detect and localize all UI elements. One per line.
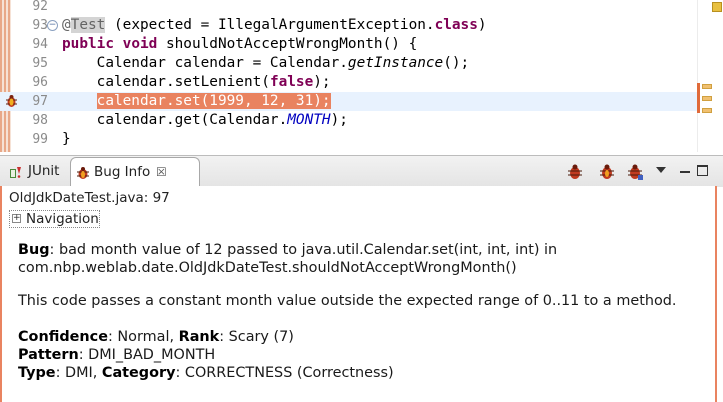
code-line-96[interactable]: 96 calendar.setLenient(false);	[0, 73, 697, 92]
code-text: Calendar calendar = Calendar.getInstance…	[62, 55, 470, 71]
fold-collapse-icon[interactable]: −	[47, 20, 58, 31]
code-line-97[interactable]: 97 calendar.set(1999, 12, 31);	[0, 92, 723, 111]
code-line-95[interactable]: 95 Calendar calendar = Calendar.getInsta…	[0, 54, 697, 73]
code-text: }	[62, 131, 71, 147]
tab-bug-info[interactable]: Bug Info ☒	[70, 157, 200, 187]
bug-toolbar-icon[interactable]	[566, 163, 584, 181]
tab-junit[interactable]: JUnit	[6, 157, 68, 187]
code-line-94[interactable]: 94 public void shouldNotAcceptWrongMonth…	[0, 35, 697, 54]
line-number: 96	[32, 75, 48, 90]
code-text: calendar.setLenient(false);	[62, 74, 331, 90]
bug-summary-line2: com.nbp.weblab.date.OldJdkDateTest.shoul…	[18, 260, 517, 276]
view-menu-icon[interactable]	[656, 167, 666, 173]
bug-ruler-marker[interactable]	[697, 83, 700, 113]
expand-plus-icon[interactable]: +	[12, 214, 21, 223]
overview-ruler-right[interactable]	[697, 0, 723, 152]
type-category: Type: DMI, Category: CORRECTNESS (Correc…	[18, 365, 394, 381]
junit-icon	[10, 167, 21, 178]
close-tab-icon[interactable]: ☒	[156, 158, 167, 187]
bug-description: This code passes a constant month value …	[18, 293, 677, 309]
confidence-rank: Confidence: Normal, Rank: Scary (7)	[18, 329, 294, 345]
line-number: 94	[32, 37, 48, 52]
code-text: @Test (expected = IllegalArgumentExcepti…	[62, 17, 487, 33]
tab-label: Bug Info	[94, 164, 151, 180]
code-line-99[interactable]: 99 }	[0, 130, 697, 149]
bug-location: OldJdkDateTest.java: 97	[9, 190, 170, 206]
code-text: calendar.set(1999, 12, 31);	[62, 92, 331, 111]
ruler-annotation-marker[interactable]	[702, 96, 712, 101]
maximize-icon[interactable]	[697, 165, 708, 176]
bug-gutter-icon[interactable]	[5, 94, 18, 108]
minimize-icon[interactable]	[680, 171, 690, 173]
bug-toolbar-icon[interactable]	[626, 163, 644, 181]
line-number: 98	[32, 113, 48, 128]
bug-info-icon	[77, 167, 89, 179]
code-editor[interactable]: 92 93 − @Test (expected = IllegalArgumen…	[0, 0, 723, 152]
code-line-98[interactable]: 98 calendar.get(Calendar.MONTH);	[0, 111, 697, 130]
bug-toolbar-icon[interactable]	[598, 163, 616, 181]
code-line-92[interactable]: 92	[0, 0, 697, 16]
line-number: 95	[32, 56, 48, 71]
bug-pattern: Pattern: DMI_BAD_MONTH	[18, 347, 216, 363]
tab-label: JUnit	[28, 163, 60, 179]
line-number: 97	[32, 94, 48, 109]
line-number: 99	[32, 132, 48, 147]
bug-summary-line1: Bug: bad month value of 12 passed to jav…	[18, 242, 558, 258]
ruler-annotation-marker[interactable]	[702, 108, 712, 113]
ruler-annotation-marker[interactable]	[702, 84, 712, 89]
code-text: calendar.get(Calendar.MONTH);	[62, 112, 348, 128]
line-number: 93	[32, 18, 48, 33]
selected-code: calendar.set(1999, 12, 31);	[96, 93, 331, 109]
code-line-93[interactable]: 93 − @Test (expected = IllegalArgumentEx…	[0, 16, 697, 35]
warning-marker-icon	[712, 2, 722, 12]
line-number: 92	[32, 0, 48, 14]
navigation-label[interactable]: Navigation	[26, 210, 99, 228]
code-text: public void shouldNotAcceptWrongMonth() …	[62, 36, 418, 52]
